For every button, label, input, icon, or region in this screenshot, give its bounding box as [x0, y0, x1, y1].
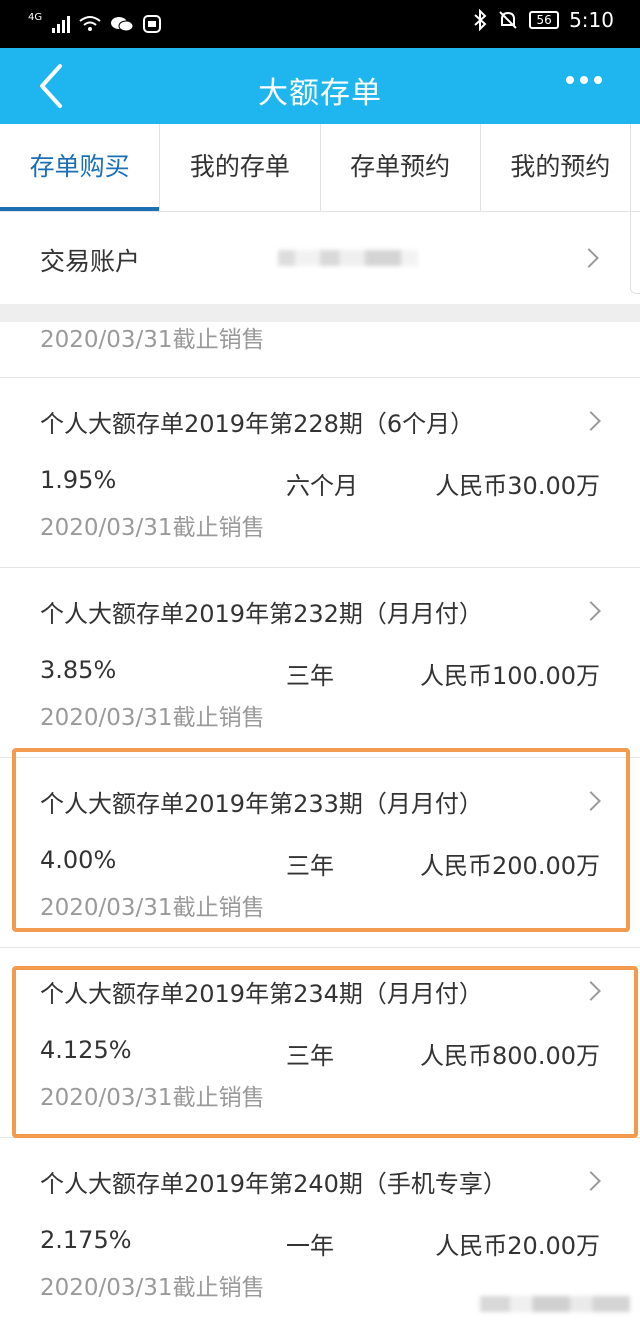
chevron-right-icon: [581, 1171, 601, 1191]
wechat-icon: [111, 17, 134, 32]
chevron-right-icon: [581, 601, 601, 621]
product-name: 个人大额存单2019年第240期（手机专享）: [40, 1170, 507, 1198]
status-bar: 4G 56 5:10: [0, 0, 640, 48]
product-sale-deadline: 2020/03/31截止销售: [40, 515, 265, 541]
product-rate: 2.175%: [40, 1226, 132, 1254]
product-amount: 人民币20.00万: [435, 1232, 600, 1260]
clock: 5:10: [569, 8, 614, 32]
tab-my-deposits[interactable]: 我的存单: [160, 124, 321, 211]
product-name: 个人大额存单2019年第232期（月月付）: [40, 600, 483, 628]
product-amount: 人民币100.00万: [420, 662, 600, 690]
chevron-right-icon: [579, 248, 599, 268]
tab-deposit-reservation[interactable]: 存单预约: [321, 124, 481, 211]
product-amount: 人民币30.00万: [435, 472, 600, 500]
tab-my-reservations[interactable]: 我的预约: [481, 124, 640, 211]
product-rate: 3.85%: [40, 656, 117, 684]
more-button[interactable]: [566, 76, 602, 84]
status-right: 56 5:10: [473, 8, 614, 32]
account-number-blurred: [278, 250, 418, 266]
mute-icon: [499, 11, 517, 29]
battery-icon: 56: [529, 11, 560, 29]
more-dots-icon: [566, 76, 574, 84]
trading-account-row[interactable]: 交易账户: [0, 212, 640, 304]
product-rate: 1.95%: [40, 466, 117, 494]
chevron-right-icon: [581, 411, 601, 431]
product-term: 三年: [286, 662, 334, 690]
title-bar: 大额存单: [0, 48, 640, 124]
list-item[interactable]: 个人大额存单2019年第228期（6个月） 1.95% 六个月 人民币30.00…: [0, 378, 640, 568]
product-term: 一年: [286, 1232, 334, 1260]
tab-bar: 存单购买 我的存单 存单预约 我的预约: [0, 124, 640, 212]
product-sale-deadline: 2020/03/31截止销售: [40, 1275, 265, 1301]
wifi-icon: [79, 16, 101, 31]
scroll-indicator: [630, 124, 640, 294]
partial-item-date: 2020/03/31截止销售: [40, 327, 265, 353]
highlight-frame: [12, 966, 638, 1138]
tab-deposit-purchase[interactable]: 存单购买: [0, 124, 161, 211]
list-item[interactable]: 个人大额存单2019年第232期（月月付） 3.85% 三年 人民币100.00…: [0, 568, 640, 758]
page-title: 大额存单: [258, 76, 382, 111]
product-name: 个人大额存单2019年第228期（6个月）: [40, 410, 475, 438]
signal-icon: [52, 15, 70, 33]
network-type: 4G: [28, 12, 43, 23]
app-notification-icon: [143, 15, 161, 33]
watermark: [480, 1296, 630, 1312]
bluetooth-icon: [474, 9, 487, 31]
highlight-frame: [12, 748, 630, 932]
product-term: 六个月: [286, 472, 358, 500]
product-sale-deadline: 2020/03/31截止销售: [40, 705, 265, 731]
trading-account-label: 交易账户: [40, 247, 141, 276]
status-left: [44, 14, 162, 34]
